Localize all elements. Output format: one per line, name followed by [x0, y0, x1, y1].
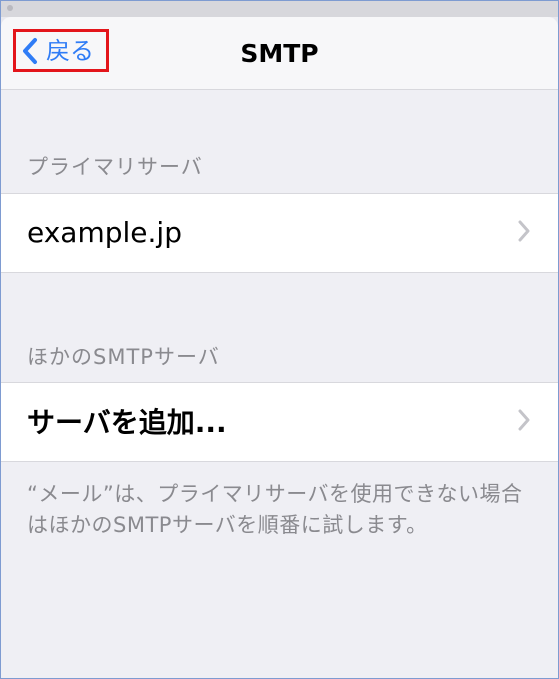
underlying-screen [1, 1, 558, 17]
other-servers-header: ほかのSMTPサーバ [27, 345, 220, 369]
add-server-row[interactable]: サーバを追加... [1, 382, 558, 462]
chevron-right-icon [518, 409, 530, 435]
chevron-right-icon [518, 220, 530, 246]
primary-server-header: プライマリサーバ [27, 155, 203, 179]
smtp-settings-sheet: 戻る SMTP プライマリサーバ example.jp ほかのSMTPサーバ サ… [1, 17, 558, 678]
page-title: SMTP [240, 39, 319, 68]
navigation-bar: 戻る SMTP [1, 17, 558, 90]
footer-note: “メール”は、プライマリサーバを使用できない場合はほかのSMTPサーバを順番に試… [27, 482, 523, 537]
underlying-indicator [7, 5, 13, 11]
screenshot-frame: 戻る SMTP プライマリサーバ example.jp ほかのSMTPサーバ サ… [0, 0, 559, 679]
primary-server-name: example.jp [27, 215, 182, 249]
primary-server-row[interactable]: example.jp [1, 193, 558, 273]
add-server-label: サーバを追加... [27, 406, 227, 440]
